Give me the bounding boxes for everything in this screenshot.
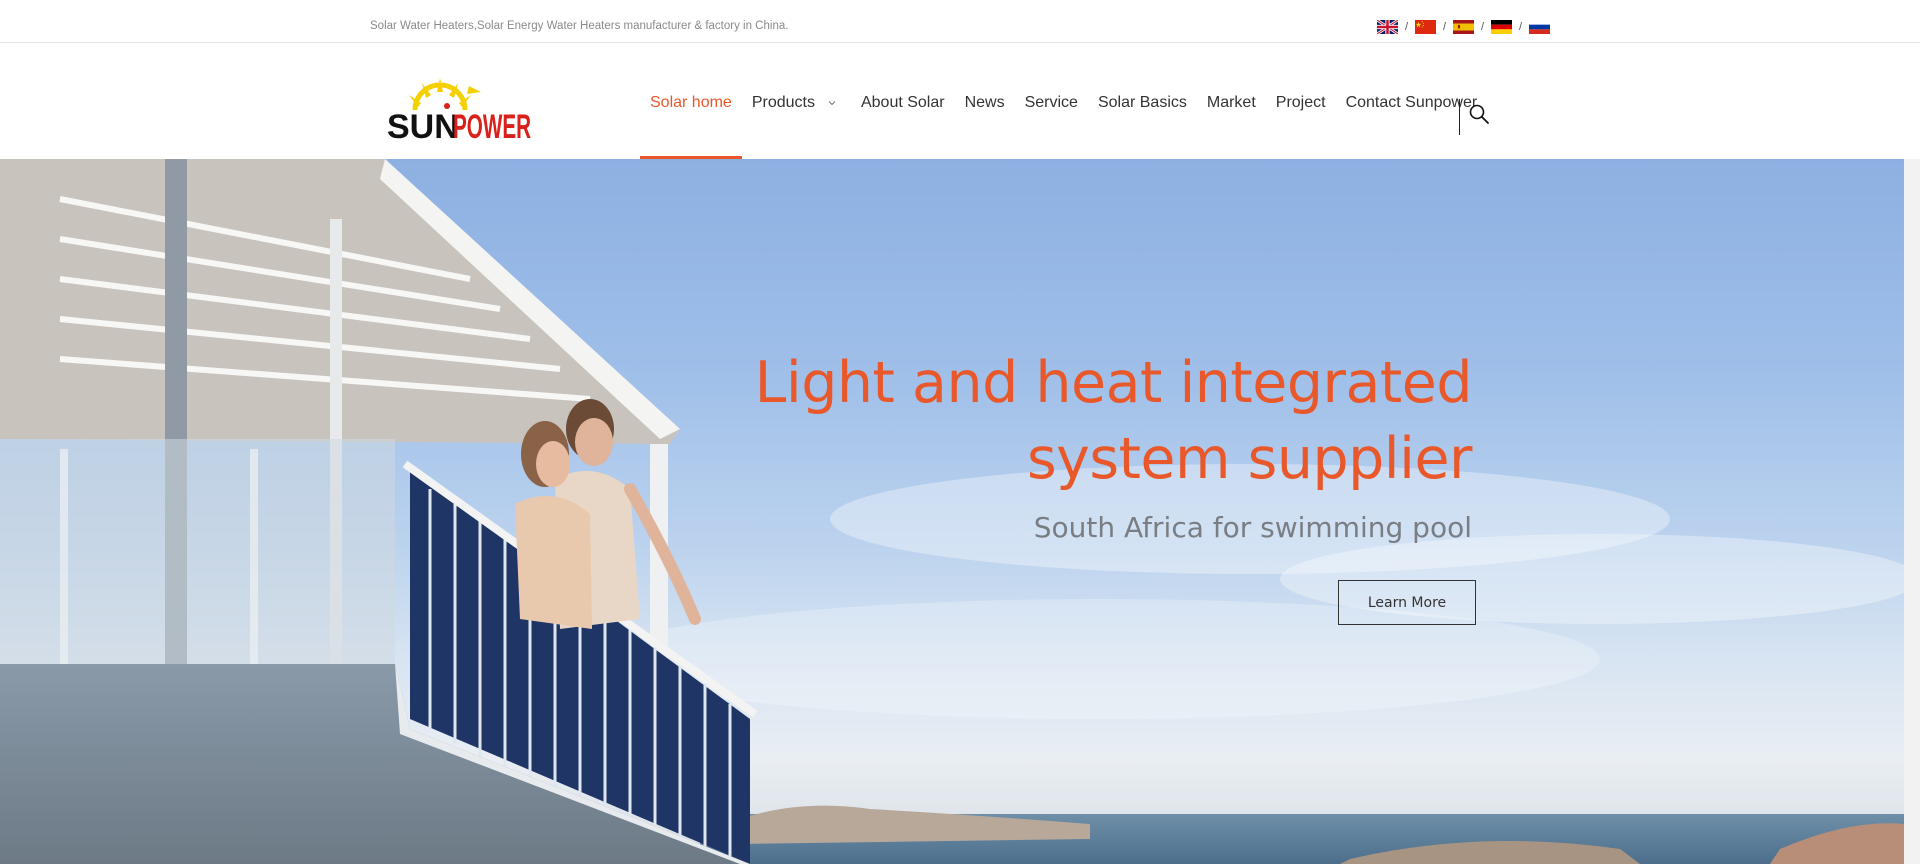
nav-divider bbox=[1459, 99, 1460, 135]
sunpower-logo[interactable]: SUN POWER bbox=[385, 68, 535, 143]
nav-item-products[interactable]: Products bbox=[742, 43, 851, 159]
logo-text-power: POWER bbox=[453, 108, 531, 143]
language-separator: / bbox=[1442, 21, 1447, 33]
russia-flag-icon[interactable] bbox=[1529, 20, 1550, 34]
language-separator: / bbox=[1518, 21, 1523, 33]
language-separator: / bbox=[1404, 21, 1409, 33]
hero-background-image bbox=[0, 159, 1904, 864]
hero-banner: Light and heat integrated system supplie… bbox=[0, 159, 1904, 864]
spain-flag-icon[interactable] bbox=[1453, 20, 1474, 34]
site-header: SUN POWER Solar home Products About Sola… bbox=[0, 43, 1920, 159]
nav-item-solar-basics[interactable]: Solar Basics bbox=[1088, 43, 1197, 159]
hero-headline-line1: Light and heat integrated bbox=[754, 350, 1473, 416]
nav-label: Contact Sunpower bbox=[1345, 94, 1478, 111]
nav-item-market[interactable]: Market bbox=[1197, 43, 1266, 159]
page-scrollbar[interactable] bbox=[1904, 159, 1920, 864]
hero-subtitle: South Africa for swimming pool bbox=[1033, 511, 1472, 544]
nav-item-solar-home[interactable]: Solar home bbox=[640, 43, 742, 159]
main-nav: Solar home Products About Solar News Ser… bbox=[640, 43, 1487, 159]
language-separator: / bbox=[1480, 21, 1485, 33]
nav-item-service[interactable]: Service bbox=[1015, 43, 1088, 159]
nav-label: News bbox=[964, 94, 1005, 111]
germany-flag-icon[interactable] bbox=[1491, 20, 1512, 34]
language-switcher: / / / / bbox=[1377, 20, 1550, 34]
chevron-down-icon bbox=[828, 101, 836, 106]
site-tagline: Solar Water Heaters,Solar Energy Water H… bbox=[370, 20, 789, 32]
top-bar: Solar Water Heaters,Solar Energy Water H… bbox=[0, 0, 1920, 43]
nav-item-project[interactable]: Project bbox=[1266, 43, 1336, 159]
sun-logo-icon bbox=[409, 78, 481, 111]
nav-item-news[interactable]: News bbox=[955, 43, 1015, 159]
hero-headline-line2: system supplier bbox=[1026, 426, 1473, 492]
uk-flag-icon[interactable] bbox=[1377, 20, 1398, 34]
nav-label: Project bbox=[1275, 94, 1326, 111]
learn-more-button[interactable]: Learn More bbox=[1338, 580, 1476, 625]
search-icon[interactable] bbox=[1468, 103, 1490, 125]
nav-label: About Solar bbox=[860, 94, 945, 111]
nav-label: Solar home bbox=[650, 94, 732, 111]
nav-item-contact-sunpower[interactable]: Contact Sunpower bbox=[1336, 43, 1488, 159]
nav-item-about-solar[interactable]: About Solar bbox=[851, 43, 955, 159]
nav-label: Products bbox=[751, 94, 815, 111]
nav-label: Service bbox=[1024, 94, 1078, 111]
nav-label: Solar Basics bbox=[1097, 94, 1187, 111]
nav-label: Market bbox=[1206, 94, 1256, 111]
logo-text-sun: SUN bbox=[387, 108, 459, 143]
china-flag-icon[interactable] bbox=[1415, 20, 1436, 34]
hero-headline: Light and heat integrated system supplie… bbox=[712, 345, 1473, 497]
